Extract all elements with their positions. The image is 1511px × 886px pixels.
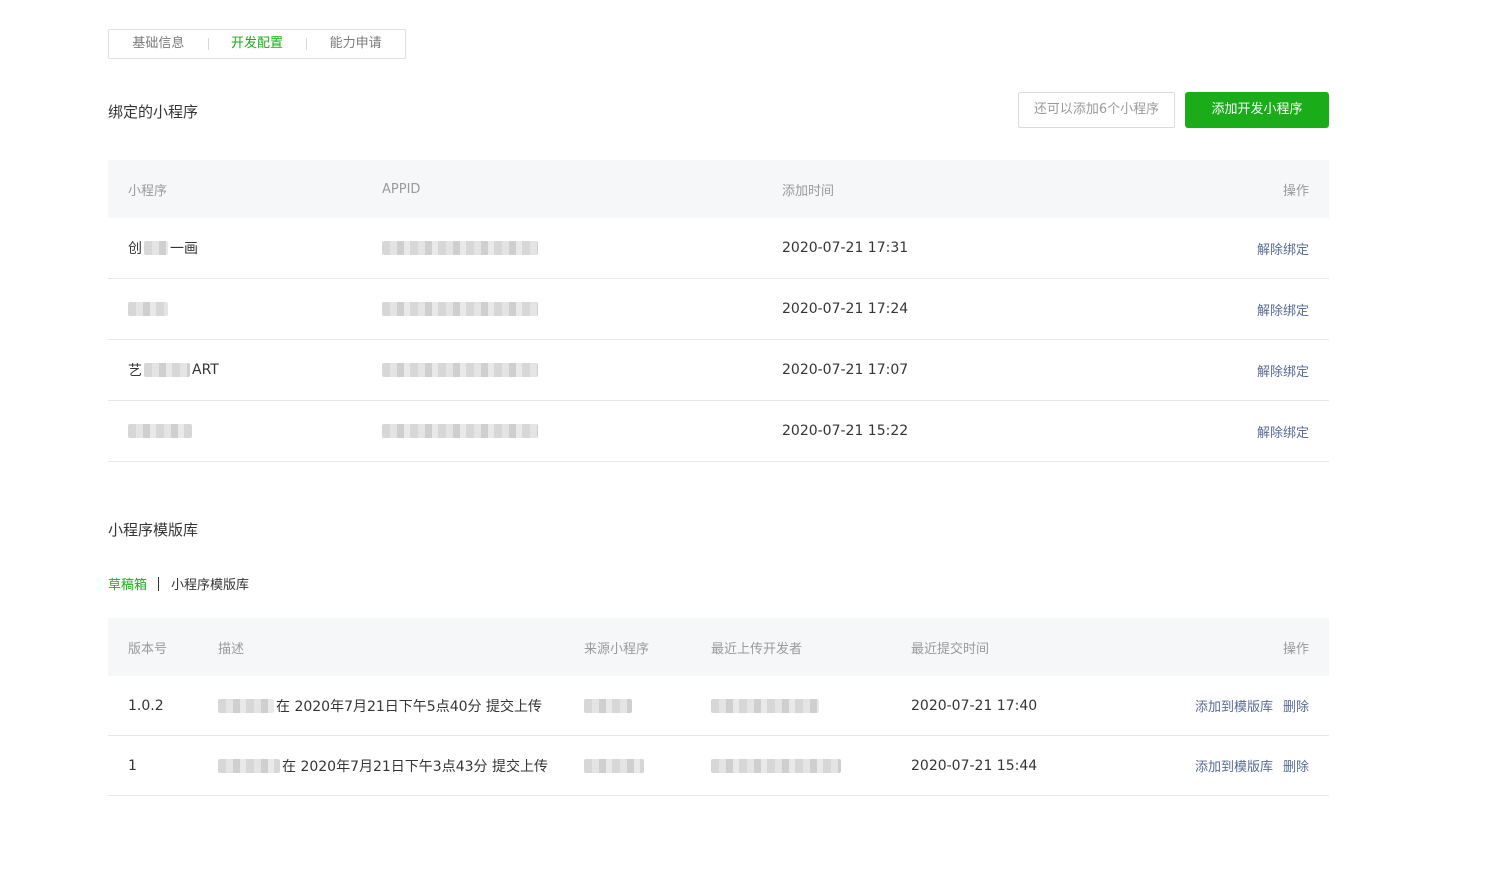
header-action: 操作 (1282, 641, 1309, 657)
add-to-template-link[interactable]: 添加到模版库 (1195, 760, 1273, 775)
subtab-divider (158, 576, 160, 591)
description: 在 2020年7月21日下午3点43分 提交上传 (218, 756, 584, 776)
tab-capability-apply[interactable]: 能力申请 (306, 29, 405, 59)
miniprogram-name: 艺 ART (128, 362, 219, 379)
redacted-text (128, 302, 168, 316)
table-header: 版本号 描述 来源小程序 最近上传开发者 最近提交时间 操作 (108, 618, 1329, 676)
table-row: 2020-07-21 15:22 解除绑定 (108, 401, 1329, 462)
bound-miniprogram-table: 小程序 APPID 添加时间 操作 创一画 2020-07-21 17:31 解… (108, 160, 1329, 462)
delete-link[interactable]: 删除 (1283, 760, 1309, 775)
add-dev-miniprogram-button[interactable]: 添加开发小程序 (1185, 92, 1329, 128)
bound-section-title: 绑定的小程序 (108, 103, 199, 121)
table-row: 1.0.2 在 2020年7月21日下午5点40分 提交上传 2020-07-2… (108, 676, 1329, 736)
appid (382, 301, 782, 317)
add-time: 2020-07-21 17:07 (782, 362, 909, 378)
table-header: 小程序 APPID 添加时间 操作 (108, 160, 1329, 218)
subtab-template-library[interactable]: 小程序模版库 (171, 574, 249, 593)
redacted-text (144, 241, 168, 255)
template-draft-table: 版本号 描述 来源小程序 最近上传开发者 最近提交时间 操作 1.0.2 在 2… (108, 618, 1329, 796)
redacted-text (711, 758, 841, 773)
redacted-text (218, 758, 280, 773)
description: 在 2020年7月21日下午5点40分 提交上传 (218, 696, 584, 716)
template-subtabs: 草稿箱 小程序模版库 (108, 574, 249, 593)
miniprogram-name: 创一画 (128, 241, 198, 257)
top-tabs: 基础信息 开发配置 能力申请 (108, 29, 406, 59)
unbind-link[interactable]: 解除绑定 (1257, 243, 1309, 258)
unbind-link-cell: 解除绑定 (1182, 239, 1329, 258)
last-submit-time: 2020-07-21 15:44 (911, 757, 1038, 774)
header-last-submit-time: 最近提交时间 (911, 641, 990, 657)
unbind-link[interactable]: 解除绑定 (1257, 365, 1309, 380)
subtab-drafts[interactable]: 草稿箱 (108, 574, 147, 593)
redacted-text (711, 698, 819, 713)
header-version: 版本号 (128, 641, 168, 657)
redacted-text (128, 424, 192, 438)
row-actions: 添加到模版库 删除 (1141, 756, 1329, 775)
unbind-link-cell: 解除绑定 (1182, 300, 1329, 319)
version: 1 (128, 757, 137, 774)
appid (382, 362, 782, 378)
header-miniprogram: 小程序 (128, 183, 168, 199)
header-description: 描述 (218, 641, 245, 657)
table-row: 1 在 2020年7月21日下午3点43分 提交上传 2020-07-21 15… (108, 736, 1329, 796)
unbind-link-cell: 解除绑定 (1182, 422, 1329, 441)
unbind-link[interactable]: 解除绑定 (1257, 426, 1309, 441)
redacted-text (144, 363, 190, 377)
add-to-template-link[interactable]: 添加到模版库 (1195, 700, 1273, 715)
add-time: 2020-07-21 17:24 (782, 301, 909, 317)
row-actions: 添加到模版库 删除 (1141, 696, 1329, 715)
last-uploader (711, 698, 911, 714)
redacted-text (382, 424, 538, 438)
quota-text: 还可以添加6个小程序 (1018, 92, 1175, 128)
redacted-text (382, 363, 538, 377)
appid (382, 423, 782, 439)
add-time: 2020-07-21 15:22 (782, 423, 909, 439)
header-last-uploader: 最近上传开发者 (711, 641, 803, 657)
version: 1.0.2 (128, 697, 164, 714)
header-add-time: 添加时间 (782, 183, 835, 199)
redacted-text (218, 698, 274, 713)
source-miniprogram (584, 698, 711, 714)
redacted-text (584, 758, 644, 773)
redacted-text (382, 241, 538, 255)
table-row: 创一画 2020-07-21 17:31 解除绑定 (108, 218, 1329, 279)
tab-dev-config[interactable]: 开发配置 (207, 29, 307, 59)
template-section-title: 小程序模版库 (108, 521, 199, 539)
appid (382, 240, 782, 256)
miniprogram-name (108, 302, 382, 316)
unbind-link-cell: 解除绑定 (1182, 361, 1329, 380)
add-time: 2020-07-21 17:31 (782, 240, 909, 256)
header-action: 操作 (1282, 183, 1309, 199)
unbind-link[interactable]: 解除绑定 (1257, 304, 1309, 319)
last-submit-time: 2020-07-21 17:40 (911, 697, 1038, 714)
delete-link[interactable]: 删除 (1283, 700, 1309, 715)
redacted-text (584, 698, 632, 713)
table-row: 2020-07-21 17:24 解除绑定 (108, 279, 1329, 340)
header-appid: APPID (382, 181, 421, 197)
table-row: 艺 ART 2020-07-21 17:07 解除绑定 (108, 340, 1329, 401)
last-uploader (711, 758, 911, 774)
header-source-miniprogram: 来源小程序 (584, 641, 650, 657)
tab-basic-info[interactable]: 基础信息 (109, 29, 208, 59)
miniprogram-name (108, 424, 382, 438)
source-miniprogram (584, 758, 711, 774)
redacted-text (382, 302, 538, 316)
